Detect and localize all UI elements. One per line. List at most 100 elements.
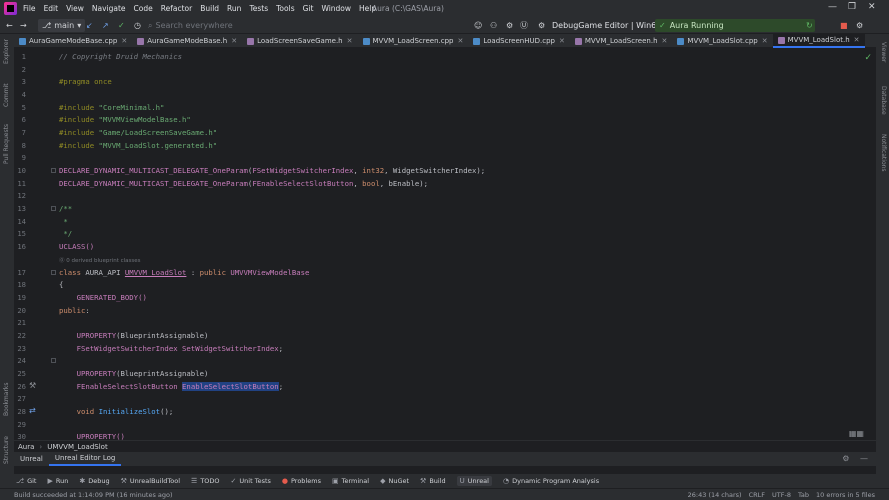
push-icon[interactable]: ↗ (102, 19, 109, 32)
fold-marker[interactable] (51, 168, 56, 173)
close-tab-icon[interactable]: ✕ (121, 37, 127, 45)
file-encoding[interactable]: UTF-8 (772, 491, 791, 499)
branch-selector[interactable]: ⎇ main ▾ (38, 19, 86, 32)
code-editor[interactable]: 1 2 3 4 5 6 7 8 9 10 11 12 13 14 15 16 1… (14, 48, 876, 440)
tool-terminal[interactable]: ▣ Terminal (332, 477, 369, 485)
unreal-icon[interactable]: Ⓤ (520, 19, 528, 32)
bookmarks-tool[interactable]: Bookmarks (3, 382, 10, 416)
tool-unreal[interactable]: U Unreal (456, 476, 492, 486)
menu-file[interactable]: File (23, 4, 36, 13)
tool-git[interactable]: ⎇ Git (16, 477, 36, 485)
tool-nuget[interactable]: ◆ NuGet (380, 477, 409, 485)
back-arrow-icon[interactable]: ← (6, 19, 13, 32)
macro-call: DECLARE_DYNAMIC_MULTICAST_DELEGATE_OnePa… (59, 179, 248, 188)
viewer-tool[interactable]: Viewer (880, 42, 887, 62)
explorer-tool[interactable]: Explorer (3, 39, 10, 64)
close-tab-icon[interactable]: ✕ (347, 37, 353, 45)
inspection-ok-icon[interactable]: ✓ (864, 53, 872, 63)
maximize-button[interactable]: ❐ (848, 2, 856, 12)
close-tab-icon[interactable]: ✕ (662, 37, 668, 45)
menu-git[interactable]: Git (303, 4, 314, 13)
close-tab-icon[interactable]: ✕ (457, 37, 463, 45)
inlay-hints-icon[interactable]: ▦▦ (849, 429, 864, 438)
tool-todo[interactable]: ☰ TODO (191, 477, 220, 485)
build-icon: ⚒ (420, 477, 427, 485)
menu-refactor[interactable]: Refactor (161, 4, 192, 13)
copilot-icon[interactable]: ☺ (474, 19, 482, 32)
tab-label: MVVM_LoadSlot.cpp (687, 37, 758, 45)
menu-tests[interactable]: Tests (249, 4, 268, 13)
search-everywhere[interactable]: ⌕ Search everywhere (148, 19, 308, 32)
tab-unreal[interactable]: Unreal (14, 452, 49, 466)
menu-tools[interactable]: Tools (276, 4, 294, 13)
derived-classes-hint[interactable]: ⓪ 0 derived blueprint classes (59, 256, 141, 264)
unit-tests-icon: ✓ (230, 477, 237, 485)
menu-build[interactable]: Build (200, 4, 219, 13)
tab-unreal-editor-log[interactable]: Unreal Editor Log (48, 452, 122, 466)
keyword: public (199, 268, 226, 277)
code-with-me-icon[interactable]: ⚇ (490, 19, 497, 32)
tool-run[interactable]: ▶ Run (47, 477, 68, 485)
forward-arrow-icon[interactable]: → (20, 19, 27, 32)
commit-tool[interactable]: Commit (3, 83, 10, 107)
caret-position[interactable]: 26:43 (14 chars) (688, 491, 742, 499)
run-config-icon: ⚙ (538, 21, 546, 30)
build-status-message[interactable]: Build succeeded at 1:14:09 PM (16 minute… (14, 491, 173, 499)
fold-marker[interactable] (51, 358, 56, 363)
rerun-icon[interactable]: ↻ (806, 19, 813, 32)
close-tab-icon[interactable]: ✕ (559, 37, 565, 45)
hide-icon[interactable]: — (860, 454, 868, 463)
tab-mvvm-loadslot-cpp[interactable]: MVVM_LoadSlot.cpp ✕ (672, 34, 772, 48)
settings-icon[interactable]: ⚙ (842, 454, 849, 463)
error-count[interactable]: 10 errors in 5 files (816, 491, 875, 499)
tool-build[interactable]: ⚒ Build (420, 477, 446, 485)
run-configuration-selector[interactable]: DebugGame Editor | Win64 ▾ (552, 19, 668, 32)
tab-mvvm-loadslot-h[interactable]: MVVM_LoadSlot.h ✕ (772, 34, 865, 48)
pull-requests-tool[interactable]: Pull Requests (3, 124, 10, 164)
tab-auragamemodebase-h[interactable]: AuraGameModeBase.h ✕ (132, 34, 242, 48)
tool-unit-tests[interactable]: ✓ Unit Tests (231, 477, 271, 485)
running-status[interactable]: ✓ Aura Running (655, 19, 815, 32)
tab-mvvm-loadscreen-h[interactable]: MVVM_LoadScreen.h ✕ (570, 34, 673, 48)
tab-label: MVVM_LoadScreen.cpp (372, 37, 454, 45)
close-tab-icon[interactable]: ✕ (854, 36, 860, 44)
menu-navigate[interactable]: Navigate (92, 4, 126, 13)
navigate-implementation-icon[interactable]: ⇄ (29, 406, 36, 415)
tool-problems[interactable]: ● Problems (282, 477, 321, 485)
tab-mvvm-loadscreen-cpp[interactable]: MVVM_LoadScreen.cpp ✕ (358, 34, 469, 48)
menu-window[interactable]: Window (321, 4, 351, 13)
notifications-tool[interactable]: Notifications (880, 134, 887, 172)
tool-label: Dynamic Program Analysis (512, 477, 600, 485)
history-icon[interactable]: ◷ (134, 19, 141, 32)
tab-loadscreenhud-cpp[interactable]: LoadScreenHUD.cpp ✕ (468, 34, 569, 48)
fold-marker[interactable] (51, 270, 56, 275)
menu-view[interactable]: View (66, 4, 84, 13)
tool-debug[interactable]: ✱ Debug (79, 477, 109, 485)
breadcrumb-class[interactable]: UMVVM_LoadSlot (47, 443, 108, 451)
commit-icon[interactable]: ✓ (118, 19, 125, 32)
breadcrumb-aura[interactable]: Aura (18, 443, 34, 451)
line-ending[interactable]: CRLF (749, 491, 765, 499)
stop-icon[interactable]: ■ (840, 19, 848, 32)
menu-run[interactable]: Run (227, 4, 241, 13)
minimize-button[interactable]: — (828, 2, 837, 12)
update-project-icon[interactable]: ↙ (86, 19, 93, 32)
close-tab-icon[interactable]: ✕ (231, 37, 237, 45)
close-tab-icon[interactable]: ✕ (762, 37, 768, 45)
indent-setting[interactable]: Tab (798, 491, 809, 499)
menu-code[interactable]: Code (134, 4, 153, 13)
hammer-icon[interactable]: ⚒ (29, 381, 36, 390)
database-tool[interactable]: Database (880, 86, 887, 115)
tool-unrealbuildtool[interactable]: ⚒ UnrealBuildTool (121, 477, 180, 485)
menu-edit[interactable]: Edit (44, 4, 59, 13)
tool-dynamic-program-analysis[interactable]: ◔ Dynamic Program Analysis (503, 477, 599, 485)
fold-marker[interactable] (51, 206, 56, 211)
settings-gear-icon[interactable]: ⚙ (856, 19, 863, 32)
structure-tool[interactable]: Structure (3, 436, 10, 464)
tab-auragamemodebase-cpp[interactable]: AuraGameModeBase.cpp ✕ (14, 34, 132, 48)
tab-loadscreensavegame-h[interactable]: LoadScreenSaveGame.h ✕ (242, 34, 357, 48)
code-line: UPROPERTY(BlueprintAssignable) (59, 331, 209, 340)
settings-icon[interactable]: ⚙ (506, 19, 513, 32)
close-button[interactable]: ✕ (868, 2, 876, 12)
tab-label: AuraGameModeBase.h (147, 37, 228, 45)
